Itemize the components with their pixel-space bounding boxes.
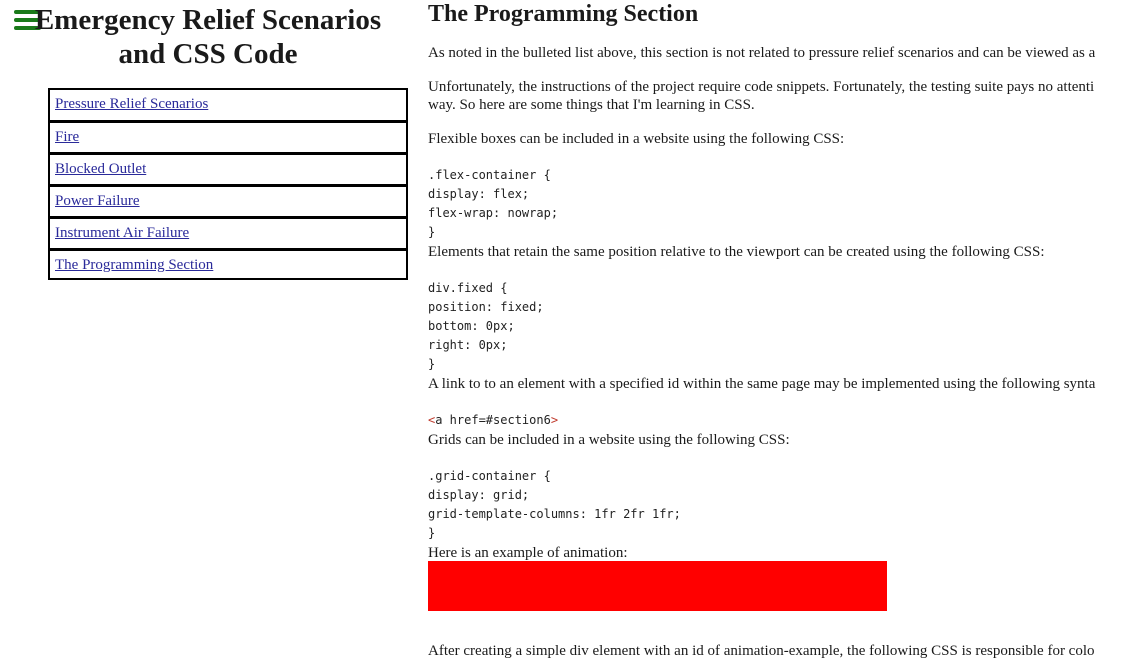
- code-tag-body: a href=#section6: [435, 413, 551, 427]
- nav-item-blocked-outlet[interactable]: Blocked Outlet: [48, 152, 408, 184]
- nav-list: Pressure Relief Scenarios Fire Blocked O…: [48, 88, 408, 280]
- navbar: Emergency Relief Scenarios and CSS Code …: [0, 0, 420, 669]
- nav-link-programming-section[interactable]: The Programming Section: [55, 257, 213, 273]
- nav-link-instrument-air-failure[interactable]: Instrument Air Failure: [55, 225, 189, 241]
- link-intro: A link to to an element with a specified…: [428, 376, 1096, 392]
- animation-intro: Here is an example of animation:: [428, 545, 628, 561]
- flex-intro: Flexible boxes can be included in a webs…: [428, 131, 845, 147]
- fixed-code-line: }: [428, 357, 436, 371]
- grid-code-line: display: grid;: [428, 488, 530, 502]
- nav-item-instrument-air-failure[interactable]: Instrument Air Failure: [48, 216, 408, 248]
- grid-code-line: grid-template-columns: 1fr 2fr 1fr;: [428, 507, 681, 521]
- intro-paragraph: As noted in the bulleted list above, thi…: [428, 45, 1096, 61]
- nav-link-power-failure[interactable]: Power Failure: [55, 193, 140, 209]
- fixed-intro: Elements that retain the same position r…: [428, 244, 1045, 260]
- flex-code-line: display: flex;: [428, 187, 530, 201]
- flex-code-line: .flex-container {: [428, 168, 551, 182]
- nav-item-fire[interactable]: Fire: [48, 120, 408, 152]
- nav-item-pressure-relief-scenarios[interactable]: Pressure Relief Scenarios: [48, 88, 408, 120]
- fixed-code-line: div.fixed {: [428, 281, 508, 295]
- code-tag-close: >: [550, 413, 559, 427]
- instructions-paragraph-line-1: Unfortunately, the instructions of the p…: [428, 79, 1095, 95]
- grid-code-line: }: [428, 526, 436, 540]
- flex-code-line: }: [428, 225, 436, 239]
- fixed-code-line: position: fixed;: [428, 300, 544, 314]
- main-section: The Programming Section As noted in the …: [428, 0, 1140, 669]
- fixed-code-line: right: 0px;: [428, 338, 508, 352]
- nav-item-power-failure[interactable]: Power Failure: [48, 184, 408, 216]
- after-animation-paragraph: After creating a simple div element with…: [428, 643, 1095, 659]
- nav-link-fire[interactable]: Fire: [55, 129, 79, 145]
- nav-item-programming-section[interactable]: The Programming Section: [48, 248, 408, 280]
- link-code-line: <a href=#section6>: [428, 411, 558, 430]
- flex-code-line: flex-wrap: nowrap;: [428, 206, 559, 220]
- instructions-paragraph-line-2: way. So here are some things that I'm le…: [428, 97, 755, 113]
- section-title: The Programming Section: [428, 1, 699, 27]
- grid-code-line: .grid-container {: [428, 469, 551, 483]
- page: Emergency Relief Scenarios and CSS Code …: [0, 0, 1140, 669]
- nav-link-blocked-outlet[interactable]: Blocked Outlet: [55, 161, 146, 177]
- fixed-code-line: bottom: 0px;: [428, 319, 515, 333]
- animation-example: [428, 561, 887, 611]
- nav-link-pressure-relief-scenarios[interactable]: Pressure Relief Scenarios: [55, 96, 208, 112]
- nav-title: Emergency Relief Scenarios and CSS Code: [34, 4, 382, 70]
- grid-intro: Grids can be included in a website using…: [428, 432, 790, 448]
